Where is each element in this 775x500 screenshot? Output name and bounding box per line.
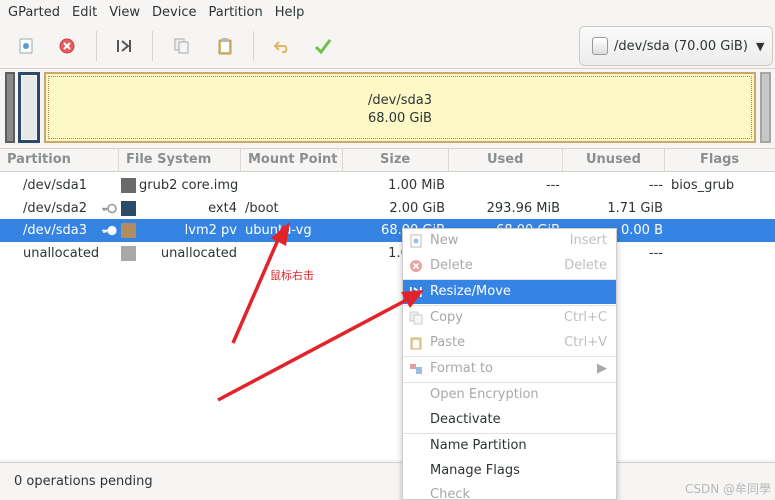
annotation-arrows xyxy=(217,222,424,402)
annotation-label: 鼠标右击 xyxy=(270,269,314,282)
